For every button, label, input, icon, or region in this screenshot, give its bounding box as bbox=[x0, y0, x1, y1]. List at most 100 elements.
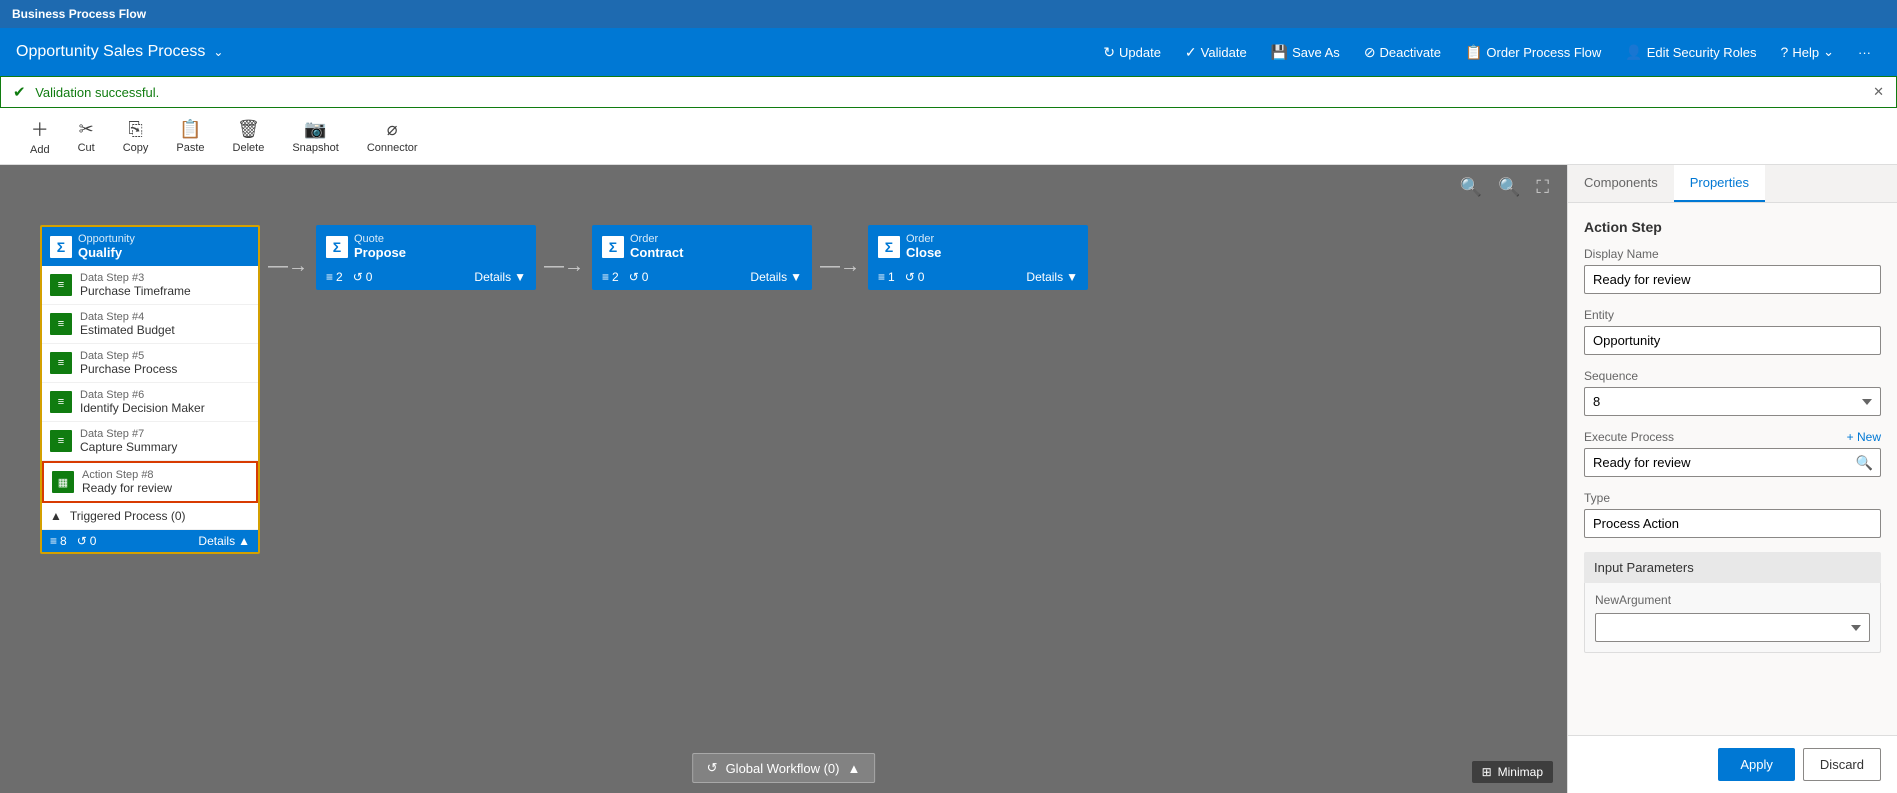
node-icon-order-contract: Σ bbox=[602, 236, 624, 258]
panel-content: Action Step Display Name Entity Sequence… bbox=[1568, 203, 1897, 669]
node-header-order-contract: Σ Order Contract bbox=[594, 227, 810, 266]
app-title: Business Process Flow bbox=[12, 7, 146, 21]
step-text-4: Data Step #6 Identify Decision Maker bbox=[80, 389, 205, 415]
details-button-1[interactable]: Details ▲ bbox=[198, 534, 250, 548]
node-footer-quote: ≡ 2 ↺ 0 Details ▼ bbox=[318, 266, 534, 288]
node-title-opportunity: Opportunity Qualify bbox=[78, 233, 135, 260]
triggered-process: ▲ Triggered Process (0) bbox=[42, 503, 258, 530]
chevron-down-icon[interactable]: ⌄ bbox=[213, 45, 223, 59]
new-link[interactable]: + New bbox=[1847, 430, 1881, 444]
snapshot-button[interactable]: 📷 Snapshot bbox=[278, 115, 352, 158]
data-step-icon-3: ≡ bbox=[50, 352, 72, 374]
step-text-3: Data Step #5 Purchase Process bbox=[80, 350, 177, 376]
cut-button[interactable]: ✂ Cut bbox=[64, 115, 109, 158]
more-icon: ··· bbox=[1858, 45, 1871, 60]
step-purchase-timeframe[interactable]: ≡ Data Step #3 Purchase Timeframe bbox=[42, 266, 258, 305]
copy-button[interactable]: ⎘ Copy bbox=[109, 115, 163, 158]
save-as-button[interactable]: 💾 Save As bbox=[1261, 38, 1350, 67]
step-text: Data Step #3 Purchase Timeframe bbox=[80, 272, 191, 298]
delete-button[interactable]: 🗑 Delete bbox=[219, 115, 279, 158]
data-count-close: ≡ 1 bbox=[878, 270, 895, 284]
apply-button[interactable]: Apply bbox=[1718, 748, 1795, 781]
deactivate-icon: ⊘ bbox=[1364, 44, 1376, 61]
paste-button[interactable]: 📋 Paste bbox=[162, 115, 218, 158]
new-argument-select[interactable] bbox=[1595, 613, 1870, 642]
tab-properties[interactable]: Properties bbox=[1674, 165, 1765, 202]
tab-components[interactable]: Components bbox=[1568, 165, 1674, 202]
action-step-icon: ▦ bbox=[52, 471, 74, 493]
order-process-flow-button[interactable]: 📋 Order Process Flow bbox=[1455, 38, 1611, 67]
chevron-up-icon: ▲ bbox=[238, 534, 250, 548]
data-step-count-icon: ≡ bbox=[50, 534, 57, 548]
help-button[interactable]: ? Help ⌄ bbox=[1771, 38, 1844, 66]
flow-node-order-contract[interactable]: Σ Order Contract ≡ 2 ↺ 0 bbox=[592, 225, 812, 290]
step-purchase-process[interactable]: ≡ Data Step #5 Purchase Process bbox=[42, 344, 258, 383]
type-input[interactable] bbox=[1584, 509, 1881, 538]
entity-label: Entity bbox=[1584, 308, 1881, 322]
node-header-order-close: Σ Order Close bbox=[870, 227, 1086, 266]
zoom-in-button[interactable]: 🔍 bbox=[1494, 175, 1524, 200]
minimap-label: Minimap bbox=[1498, 765, 1543, 779]
display-name-input[interactable] bbox=[1584, 265, 1881, 294]
input-params-header: Input Parameters bbox=[1584, 552, 1881, 583]
node-body-opportunity: ≡ Data Step #3 Purchase Timeframe ≡ Data… bbox=[42, 266, 258, 530]
triggered-count-order: ↺ 0 bbox=[629, 270, 649, 284]
add-button[interactable]: ＋ Add bbox=[16, 112, 64, 160]
global-workflow-icon: ↺ bbox=[707, 760, 718, 776]
triggered-icon-order: ↺ bbox=[629, 270, 639, 284]
flow-container: Σ Opportunity Qualify ≡ Data Step #3 Pur… bbox=[40, 225, 1088, 554]
data-step-icon-quote: ≡ bbox=[326, 270, 333, 284]
triggered-count-close: ↺ 0 bbox=[905, 270, 925, 284]
sequence-select[interactable]: 8 bbox=[1584, 387, 1881, 416]
update-icon: ↻ bbox=[1103, 44, 1115, 61]
order-icon: 📋 bbox=[1465, 44, 1482, 61]
node-header-opportunity: Σ Opportunity Qualify bbox=[42, 227, 258, 266]
edit-security-roles-button[interactable]: 👤 Edit Security Roles bbox=[1615, 38, 1766, 67]
more-options-button[interactable]: ··· bbox=[1848, 39, 1881, 66]
header-toolbar: Opportunity Sales Process ⌄ ↻ Update ✓ V… bbox=[0, 28, 1897, 76]
details-button-3[interactable]: Details ▼ bbox=[750, 270, 802, 284]
data-count-order: ≡ 2 bbox=[602, 270, 619, 284]
chevron-down-icon-3: ▼ bbox=[790, 270, 802, 284]
step-text-2: Data Step #4 Estimated Budget bbox=[80, 311, 175, 337]
execute-process-row: Execute Process + New bbox=[1584, 430, 1881, 444]
footer-left-quote: ≡ 2 ↺ 0 bbox=[326, 270, 372, 284]
flow-node-opportunity-qualify[interactable]: Σ Opportunity Qualify ≡ Data Step #3 Pur… bbox=[40, 225, 260, 554]
delete-icon: 🗑 bbox=[237, 119, 260, 140]
step-capture-summary[interactable]: ≡ Data Step #7 Capture Summary bbox=[42, 422, 258, 461]
section-title: Action Step bbox=[1584, 219, 1881, 235]
node-icon-opportunity: Σ bbox=[50, 236, 72, 258]
flow-node-quote-propose[interactable]: Σ Quote Propose ≡ 2 ↺ 0 bbox=[316, 225, 536, 290]
help-chevron-icon: ⌄ bbox=[1823, 44, 1834, 60]
chevron-down-icon-4: ▼ bbox=[1066, 270, 1078, 284]
details-button-2[interactable]: Details ▼ bbox=[474, 270, 526, 284]
triggered-icon-close: ↺ bbox=[905, 270, 915, 284]
flow-node-order-close[interactable]: Σ Order Close ≡ 1 ↺ 0 bbox=[868, 225, 1088, 290]
execute-process-field: Execute Process + New 🔍 bbox=[1584, 430, 1881, 477]
connector-button[interactable]: ⌀ Connector bbox=[353, 115, 432, 158]
update-button[interactable]: ↻ Update bbox=[1093, 38, 1171, 67]
discard-button[interactable]: Discard bbox=[1803, 748, 1881, 781]
step-decision-maker[interactable]: ≡ Data Step #6 Identify Decision Maker bbox=[42, 383, 258, 422]
data-step-icon-4: ≡ bbox=[50, 391, 72, 413]
header-right: ↻ Update ✓ Validate 💾 Save As ⊘ Deactiva… bbox=[1093, 38, 1881, 67]
global-workflow[interactable]: ↺ Global Workflow (0) ▲ bbox=[692, 753, 876, 783]
fit-screen-button[interactable]: ⛶ bbox=[1532, 175, 1553, 200]
type-label: Type bbox=[1584, 491, 1881, 505]
step-ready-for-review[interactable]: ▦ Action Step #8 Ready for review bbox=[42, 461, 258, 503]
details-button-4[interactable]: Details ▼ bbox=[1026, 270, 1078, 284]
entity-input[interactable] bbox=[1584, 326, 1881, 355]
step-estimated-budget[interactable]: ≡ Data Step #4 Estimated Budget bbox=[42, 305, 258, 344]
data-step-icon: ≡ bbox=[50, 274, 72, 296]
deactivate-button[interactable]: ⊘ Deactivate bbox=[1354, 38, 1451, 67]
execute-process-input[interactable] bbox=[1584, 448, 1881, 477]
validate-button[interactable]: ✓ Validate bbox=[1175, 38, 1257, 67]
global-workflow-label: Global Workflow (0) bbox=[726, 761, 840, 776]
add-icon: ＋ bbox=[31, 116, 49, 142]
zoom-out-button[interactable]: 🔍 bbox=[1456, 175, 1486, 200]
minimap-bar[interactable]: ⊞ Minimap bbox=[1472, 761, 1553, 783]
node-header-quote: Σ Quote Propose bbox=[318, 227, 534, 266]
snapshot-icon: 📷 bbox=[304, 119, 326, 140]
close-validation-icon[interactable]: ✕ bbox=[1873, 84, 1884, 100]
header-left: Opportunity Sales Process ⌄ bbox=[16, 43, 223, 61]
